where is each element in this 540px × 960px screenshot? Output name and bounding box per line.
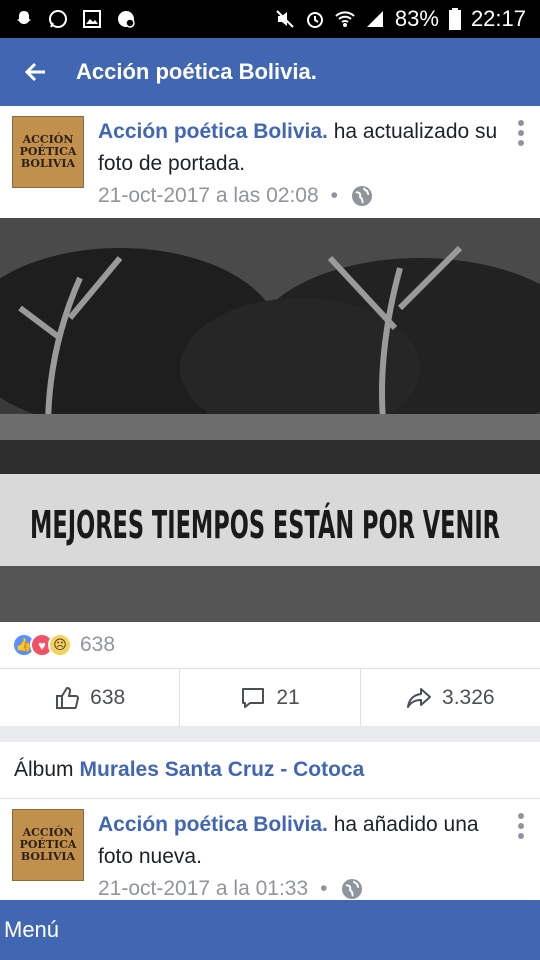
more-options-icon[interactable]: [518, 120, 526, 146]
battery-percent: 83%: [394, 6, 439, 31]
clock: 22:17: [470, 6, 526, 31]
reactions-summary[interactable]: 👍 ♥ ☹ 638: [0, 622, 540, 668]
meta-separator: •: [330, 184, 339, 207]
battery-icon: [448, 8, 461, 30]
comment-icon: [242, 687, 265, 708]
share-icon: [407, 687, 432, 708]
notification-icons: [14, 9, 136, 29]
post-timestamp[interactable]: 21-oct-2017 a las 02:08: [98, 180, 319, 212]
graffiti-text: MEJORES TIEMPOS ESTÁN POR VENIR: [30, 503, 500, 547]
post-header: ACCIÓN POÉTICA BOLIVIA Acción poética Bo…: [0, 106, 540, 218]
back-arrow-icon[interactable]: [18, 54, 54, 90]
globe-icon: [352, 186, 373, 206]
page-name-link[interactable]: Acción poética Bolivia.: [98, 813, 328, 836]
page-avatar[interactable]: ACCIÓN POÉTICA BOLIVIA: [12, 116, 84, 188]
signal-icon: [366, 11, 383, 27]
snapchat-icon: [17, 11, 31, 24]
post-card: ACCIÓN POÉTICA BOLIVIA Acción poética Bo…: [0, 798, 540, 900]
post-meta: 21-oct-2017 a las 02:08 •: [98, 180, 508, 212]
comment-count: 21: [276, 685, 300, 709]
menu-label: Menú: [4, 917, 60, 942]
screen: 83% 22:17 Acción poética Bolivia. ACCIÓN…: [0, 0, 540, 960]
whatsapp-icon: [49, 10, 67, 28]
app-bar: Acción poética Bolivia.: [0, 38, 540, 106]
sad-reaction-icon: ☹: [48, 633, 72, 657]
mute-icon: [276, 10, 294, 28]
post-card: ACCIÓN POÉTICA BOLIVIA Acción poética Bo…: [0, 106, 540, 726]
facebook-icon: [118, 11, 135, 28]
page-name-link[interactable]: Acción poética Bolivia.: [98, 120, 328, 143]
system-status: 83% 22:17: [275, 6, 526, 32]
page-title: Acción poética Bolivia.: [76, 59, 317, 84]
like-count: 638: [90, 685, 126, 709]
post-actions: 638 21 3.326: [0, 668, 540, 726]
thumbs-up-icon: [56, 686, 80, 709]
gallery-icon: [83, 10, 101, 28]
cover-photo[interactable]: MEJORES TIEMPOS ESTÁN POR VENIR: [0, 218, 540, 622]
like-button[interactable]: 638: [0, 669, 181, 726]
post-text: Acción poética Bolivia. ha actualizado s…: [98, 116, 508, 208]
post-header: ACCIÓN POÉTICA BOLIVIA Acción poética Bo…: [0, 799, 540, 911]
wifi-icon: [335, 11, 355, 27]
page-avatar[interactable]: ACCIÓN POÉTICA BOLIVIA: [12, 809, 84, 881]
post-text: Acción poética Bolivia. ha añadido una f…: [98, 809, 508, 901]
status-bar: 83% 22:17: [0, 0, 540, 38]
avatar-text-line: BOLIVIA: [20, 850, 76, 863]
bottom-menu-bar[interactable]: Menú: [0, 900, 540, 960]
album-link[interactable]: Murales Santa Cruz - Cotoca: [80, 758, 365, 782]
globe-icon: [341, 879, 362, 899]
album-header: Álbum Murales Santa Cruz - Cotoca: [0, 742, 540, 798]
comment-button[interactable]: 21: [180, 669, 361, 726]
more-options-icon[interactable]: [518, 813, 526, 839]
album-prefix: Álbum: [14, 758, 74, 781]
avatar-text-line: BOLIVIA: [20, 157, 76, 170]
share-count: 3.326: [442, 685, 495, 709]
share-button[interactable]: 3.326: [361, 669, 540, 726]
reaction-count: 638: [80, 633, 116, 656]
alarm-icon: [306, 12, 323, 28]
